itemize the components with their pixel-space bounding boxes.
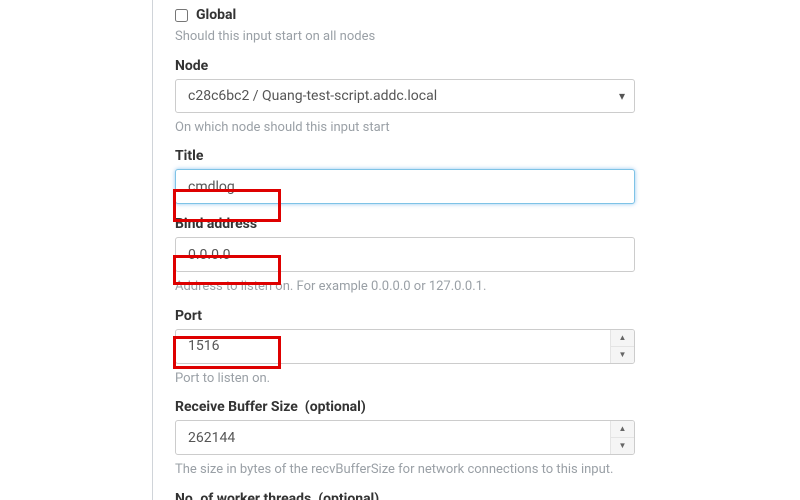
bind-address-input[interactable] (175, 237, 635, 272)
node-field: Node c28c6bc2 / Quang-test-script.addc.l… (175, 58, 790, 137)
global-field: Global (175, 8, 790, 22)
receive-buffer-input[interactable] (175, 420, 635, 455)
node-select[interactable]: c28c6bc2 / Quang-test-script.addc.local (175, 79, 635, 113)
title-field: Title (175, 148, 790, 204)
worker-threads-label: No. of worker threads (optional) (175, 491, 790, 500)
title-input[interactable] (175, 169, 635, 204)
receive-buffer-stepper: ▲ ▼ (610, 421, 634, 454)
form-viewport: Global Should this input start on all no… (0, 0, 800, 500)
receive-buffer-step-up[interactable]: ▲ (611, 421, 634, 437)
receive-buffer-help: The size in bytes of the recvBufferSize … (175, 461, 790, 479)
port-input[interactable] (175, 329, 635, 364)
receive-buffer-field: Receive Buffer Size (optional) ▲ ▼ The s… (175, 399, 790, 479)
form-content: Global Should this input start on all no… (175, 4, 790, 500)
port-help: Port to listen on. (175, 370, 790, 388)
bind-address-help: Address to listen on. For example 0.0.0.… (175, 278, 790, 296)
bind-address-label: Bind address (175, 216, 790, 232)
title-label: Title (175, 148, 790, 164)
worker-threads-optional: (optional) (318, 491, 379, 500)
worker-threads-label-text: No. of worker threads (175, 491, 311, 500)
port-field: Port ▲ ▼ Port to listen on. (175, 308, 790, 388)
global-checkbox[interactable] (175, 9, 188, 22)
port-stepper: ▲ ▼ (610, 330, 634, 363)
receive-buffer-optional: (optional) (305, 399, 366, 415)
port-label: Port (175, 308, 790, 324)
receive-buffer-label: Receive Buffer Size (optional) (175, 399, 790, 415)
global-help: Should this input start on all nodes (175, 28, 790, 46)
global-label: Global (196, 8, 236, 22)
node-select-wrap: c28c6bc2 / Quang-test-script.addc.local … (175, 79, 635, 113)
receive-buffer-input-wrap: ▲ ▼ (175, 420, 635, 455)
bind-address-field: Bind address Address to listen on. For e… (175, 216, 790, 296)
vertical-divider (152, 0, 153, 500)
receive-buffer-step-down[interactable]: ▼ (611, 437, 634, 454)
port-step-up[interactable]: ▲ (611, 330, 634, 346)
node-label: Node (175, 58, 790, 74)
node-help: On which node should this input start (175, 119, 790, 137)
receive-buffer-label-text: Receive Buffer Size (175, 399, 298, 415)
port-step-down[interactable]: ▼ (611, 346, 634, 363)
port-input-wrap: ▲ ▼ (175, 329, 635, 364)
worker-threads-field: No. of worker threads (optional) ▲ ▼ (175, 491, 790, 500)
